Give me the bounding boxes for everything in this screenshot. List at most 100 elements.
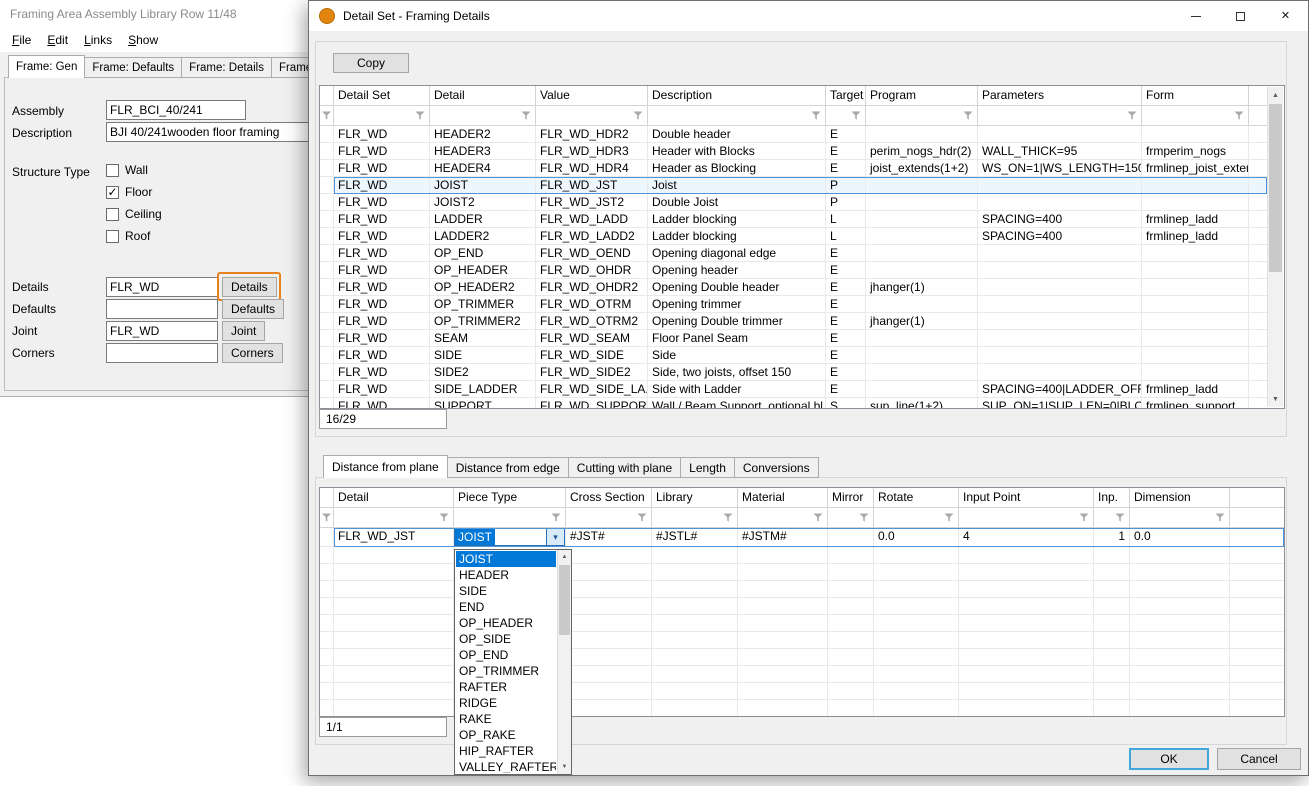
cell-form[interactable] [1142, 313, 1249, 330]
cell-form[interactable] [1142, 177, 1249, 194]
cell-material[interactable] [738, 581, 828, 598]
detail-row-op-trimmer2[interactable]: FLR_WDOP_TRIMMER2FLR_WD_OTRM2Opening Dou… [320, 313, 1267, 330]
cell-form[interactable] [1142, 364, 1249, 381]
filter-cell-detail[interactable] [334, 508, 454, 528]
row-selector[interactable] [320, 228, 334, 245]
column-header-detail-set[interactable]: Detail Set [334, 86, 430, 106]
cell-program[interactable] [866, 364, 978, 381]
cell-rotate[interactable] [874, 666, 959, 683]
detail-row-side-ladder[interactable]: FLR_WDSIDE_LADDERFLR_WD_SIDE_LA...Side w… [320, 381, 1267, 398]
cell-form[interactable] [1142, 194, 1249, 211]
checkbox-floor[interactable]: ✓ [106, 186, 119, 199]
cell-value[interactable]: FLR_WD_OHDR2 [536, 279, 648, 296]
defaults-button[interactable]: Defaults [222, 299, 284, 319]
cell-dimension[interactable] [1130, 666, 1230, 683]
dropdown-scroll-down-button[interactable]: ▼ [558, 760, 571, 774]
column-header-inp[interactable]: Inp. [1094, 488, 1130, 508]
cell-value[interactable]: FLR_WD_JST2 [536, 194, 648, 211]
cell-rotate[interactable] [874, 700, 959, 716]
dropdown-item-op-end[interactable]: OP_END [456, 647, 556, 663]
cell-form[interactable]: frmlinep_ladd [1142, 228, 1249, 245]
cell-detail-set[interactable]: FLR_WD [334, 177, 430, 194]
filter-icon[interactable] [963, 111, 973, 121]
cell-parameters[interactable]: SUP_ON=1|SUP_LEN=0|BLO... [978, 398, 1142, 408]
cell-description[interactable]: Opening diagonal edge [648, 245, 826, 262]
cell-detail-set[interactable]: FLR_WD [334, 126, 430, 143]
cell-value[interactable]: FLR_WD_JST [536, 177, 648, 194]
cell-material[interactable] [738, 615, 828, 632]
filter-cell-row-selector[interactable] [320, 508, 334, 528]
corners-button[interactable]: Corners [222, 343, 283, 363]
cell-target[interactable]: S [826, 398, 866, 408]
cell-mirror[interactable] [828, 581, 874, 598]
dropdown-scrollbar[interactable]: ▲ ▼ [557, 550, 571, 774]
cell-library[interactable]: #JSTL# [652, 528, 738, 547]
cell-form[interactable]: frmlinep_ladd [1142, 381, 1249, 398]
cell-dimension[interactable] [1130, 547, 1230, 564]
cell-parameters[interactable] [978, 126, 1142, 143]
cell-description[interactable]: Floor Panel Seam [648, 330, 826, 347]
cell-detail[interactable]: OP_HEADER2 [430, 279, 536, 296]
cell-program[interactable]: sup_line(1+2) [866, 398, 978, 408]
cell-input-point[interactable]: 4 [959, 528, 1094, 547]
column-header-cross-section[interactable]: Cross Section [566, 488, 652, 508]
cell-detail[interactable] [334, 615, 454, 632]
cell-target[interactable]: E [826, 347, 866, 364]
cell-parameters[interactable] [978, 194, 1142, 211]
cell-dimension[interactable] [1130, 700, 1230, 716]
cell-library[interactable] [652, 632, 738, 649]
cell-value[interactable]: FLR_WD_HDR2 [536, 126, 648, 143]
cell-piece-type[interactable]: JOIST▾ [454, 528, 566, 547]
cell-program[interactable] [866, 211, 978, 228]
structure-option-wall[interactable]: Wall [106, 162, 148, 178]
filter-cell-piece-type[interactable] [454, 508, 566, 528]
cell-program[interactable] [866, 228, 978, 245]
cell-value[interactable]: FLR_WD_SIDE2 [536, 364, 648, 381]
column-header-material[interactable]: Material [738, 488, 828, 508]
cell-inp[interactable] [1094, 649, 1130, 666]
dropdown-item-hip-rafter[interactable]: HIP_RAFTER [456, 743, 556, 759]
filter-cell-material[interactable] [738, 508, 828, 528]
structure-option-ceiling[interactable]: Ceiling [106, 206, 162, 222]
cell-description[interactable]: Opening Double header [648, 279, 826, 296]
cell-description[interactable]: Opening Double trimmer [648, 313, 826, 330]
cell-detail[interactable]: LADDER2 [430, 228, 536, 245]
cell-description[interactable]: Opening header [648, 262, 826, 279]
cell-library[interactable] [652, 700, 738, 716]
row-selector[interactable] [320, 364, 334, 381]
column-header-input-point[interactable]: Input Point [959, 488, 1094, 508]
cell-description[interactable]: Header as Blocking [648, 160, 826, 177]
detail-row-side2[interactable]: FLR_WDSIDE2FLR_WD_SIDE2Side, two joists,… [320, 364, 1267, 381]
corners-input[interactable] [106, 343, 218, 363]
cell-input-point[interactable] [959, 632, 1094, 649]
cell-target[interactable]: E [826, 279, 866, 296]
cell-input-point[interactable] [959, 547, 1094, 564]
piece-row-flr-wd-jst[interactable]: FLR_WD_JSTJOIST▾#JST##JSTL##JSTM#0.0410.… [320, 528, 1284, 547]
cell-parameters[interactable] [978, 177, 1142, 194]
cell-input-point[interactable] [959, 649, 1094, 666]
cell-cross-section[interactable] [566, 700, 652, 716]
cell-form[interactable] [1142, 126, 1249, 143]
cell-detail[interactable]: HEADER3 [430, 143, 536, 160]
column-header-rotate[interactable]: Rotate [874, 488, 959, 508]
row-selector[interactable] [320, 211, 334, 228]
detail-grid-vscrollbar[interactable]: ▲ ▼ [1267, 87, 1283, 407]
joint-button[interactable]: Joint [222, 321, 265, 341]
cell-parameters[interactable] [978, 347, 1142, 364]
cell-material[interactable] [738, 598, 828, 615]
row-selector[interactable] [320, 398, 334, 408]
filter-icon[interactable] [322, 111, 332, 121]
structure-option-roof[interactable]: Roof [106, 228, 150, 244]
copy-button[interactable]: Copy [333, 53, 409, 73]
cell-detail[interactable] [334, 632, 454, 649]
details-input[interactable] [106, 277, 218, 297]
filter-icon[interactable] [813, 513, 823, 523]
dropdown-item-rake[interactable]: RAKE [456, 711, 556, 727]
cell-inp[interactable] [1094, 598, 1130, 615]
cell-target[interactable]: E [826, 381, 866, 398]
detail-row-ladder2[interactable]: FLR_WDLADDER2FLR_WD_LADD2Ladder blocking… [320, 228, 1267, 245]
cell-detail-set[interactable]: FLR_WD [334, 347, 430, 364]
row-selector[interactable] [320, 177, 334, 194]
filter-icon[interactable] [1215, 513, 1225, 523]
detail-row-joist2[interactable]: FLR_WDJOIST2FLR_WD_JST2Double JoistP [320, 194, 1267, 211]
